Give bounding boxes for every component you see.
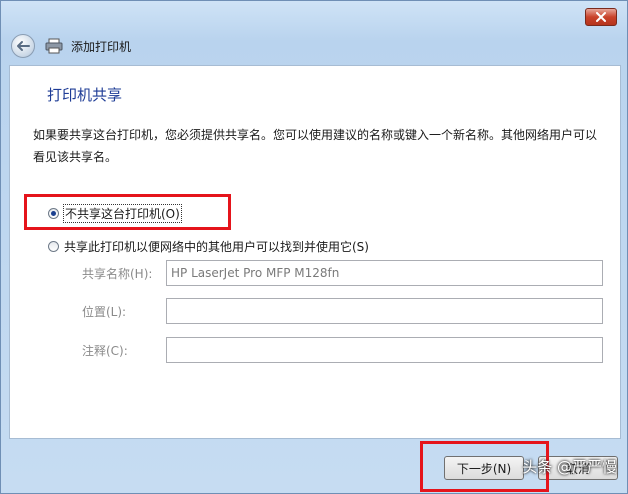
comment-label: 注释(C): bbox=[82, 343, 128, 358]
back-arrow-icon bbox=[17, 41, 30, 51]
radio-no-share[interactable] bbox=[48, 208, 59, 219]
share-name-row: 共享名称(H): HP LaserJet Pro MFP M128fn bbox=[82, 260, 603, 286]
radio-share[interactable] bbox=[48, 241, 59, 252]
option-no-share[interactable]: 不共享这台打印机(O) bbox=[48, 204, 182, 223]
close-button[interactable] bbox=[585, 8, 617, 26]
option-share-label: 共享此打印机以便网络中的其他用户可以找到并使用它(S) bbox=[64, 240, 369, 254]
share-name-input[interactable]: HP LaserJet Pro MFP M128fn bbox=[166, 260, 603, 286]
comment-row: 注释(C): bbox=[82, 337, 603, 363]
option-share[interactable]: 共享此打印机以便网络中的其他用户可以找到并使用它(S) bbox=[48, 238, 369, 255]
add-printer-window: 添加打印机 打印机共享 如果要共享这台打印机，您必须提供共享名。您可以使用建议的… bbox=[0, 0, 628, 494]
watermark: 头条 @严严慢 bbox=[522, 458, 617, 476]
share-name-label: 共享名称(H): bbox=[82, 266, 153, 281]
printer-icon bbox=[45, 38, 63, 54]
location-row: 位置(L): bbox=[82, 298, 603, 324]
close-icon bbox=[596, 12, 606, 22]
page-heading: 打印机共享 bbox=[47, 86, 123, 104]
location-label: 位置(L): bbox=[82, 304, 127, 319]
comment-input[interactable] bbox=[166, 337, 603, 363]
wizard-content: 打印机共享 如果要共享这台打印机，您必须提供共享名。您可以使用建议的名称或键入一… bbox=[9, 65, 621, 439]
window-title: 添加打印机 bbox=[71, 39, 132, 54]
location-input[interactable] bbox=[166, 298, 603, 324]
back-button[interactable] bbox=[11, 34, 35, 58]
nav-row: 添加打印机 bbox=[11, 33, 131, 59]
option-no-share-label: 不共享这台打印机(O) bbox=[63, 204, 182, 223]
page-description: 如果要共享这台打印机，您必须提供共享名。您可以使用建议的名称或键入一个新名称。其… bbox=[33, 128, 598, 164]
